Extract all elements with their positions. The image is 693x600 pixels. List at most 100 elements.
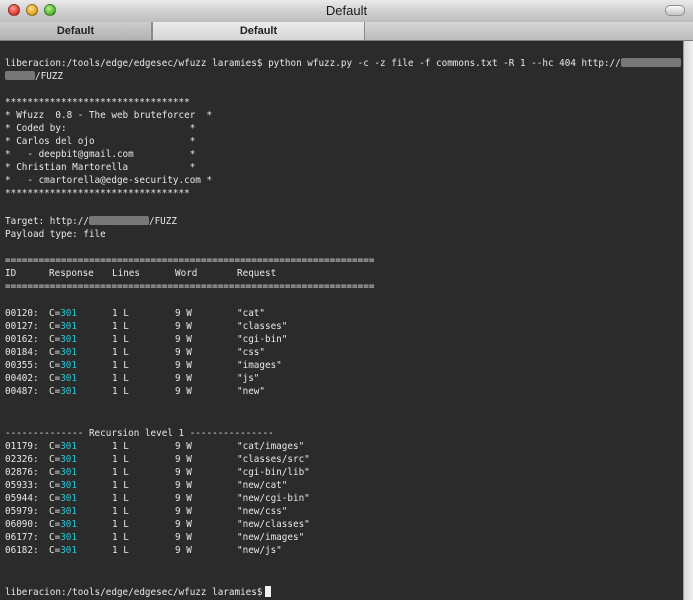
word-cell: 9 W <box>175 321 192 332</box>
response-cell: C=301 <box>49 440 77 453</box>
response-cell: C=301 <box>49 307 77 320</box>
status-code: 301 <box>60 334 77 345</box>
response-prefix: C= <box>49 519 61 530</box>
response-cell: C=301 <box>49 492 77 505</box>
final-prompt-line: liberacion:/tools/edge/edgesec/wfuzz lar… <box>5 586 272 599</box>
status-code: 301 <box>60 360 77 371</box>
scrollbar[interactable] <box>683 41 693 600</box>
request-cell: "cgi-bin/lib" <box>237 467 310 478</box>
response-cell: C=301 <box>49 531 77 544</box>
status-code: 301 <box>60 347 77 358</box>
response-prefix: C= <box>49 386 61 397</box>
word-cell: 9 W <box>175 480 192 491</box>
target-suffix: /FUZZ <box>148 216 177 227</box>
banner-line: ********************************* <box>5 96 190 109</box>
terminal-window: Default Default Default liberacion:/tool… <box>0 0 693 600</box>
response-cell: C=301 <box>49 385 77 398</box>
status-code: 301 <box>60 480 77 491</box>
response-cell: C=301 <box>49 320 77 333</box>
banner-text: ********************************* <box>5 97 190 108</box>
id-cell: 06182: <box>5 545 39 556</box>
status-code: 301 <box>60 519 77 530</box>
lines-cell: Lines <box>112 268 140 279</box>
id-cell: 00402: <box>5 373 39 384</box>
id-cell: 00127: <box>5 321 39 332</box>
word-cell: 9 W <box>175 519 192 530</box>
command-line-continuation: /FUZZ <box>5 70 63 83</box>
payload-line: Payload type: file <box>5 228 106 241</box>
text-cursor <box>265 586 272 597</box>
word-cell: 9 W <box>175 373 192 384</box>
banner-line: * - deepbit@gmail.com * <box>5 148 195 161</box>
id-cell: 06090: <box>5 519 39 530</box>
id-cell: 00184: <box>5 347 39 358</box>
terminal-output[interactable]: liberacion:/tools/edge/edgesec/wfuzz lar… <box>0 41 684 600</box>
response-prefix: C= <box>49 321 61 332</box>
banner-line: * - cmartorella@edge-security.com * <box>5 174 212 187</box>
lines-cell: 1 L <box>112 386 129 397</box>
response-prefix: C= <box>49 441 61 452</box>
status-code: 301 <box>60 493 77 504</box>
response-prefix: C= <box>49 373 61 384</box>
shell-prompt: liberacion:/tools/edge/edgesec/wfuzz lar… <box>5 587 263 598</box>
banner-text: * - cmartorella@edge-security.com * <box>5 175 213 186</box>
lines-cell: 1 L <box>112 493 129 504</box>
response-prefix: C= <box>49 532 61 543</box>
redacted-host <box>88 216 149 225</box>
response-cell: C=301 <box>49 359 77 372</box>
command-continuation: /FUZZ <box>35 71 63 82</box>
request-cell: "new/cgi-bin" <box>237 493 310 504</box>
lines-cell: 1 L <box>112 373 129 384</box>
request-cell: "classes" <box>237 321 288 332</box>
status-code: 301 <box>60 506 77 517</box>
word-cell: 9 W <box>175 467 192 478</box>
id-cell: 05979: <box>5 506 39 517</box>
target-label: Target: http:// <box>5 216 89 227</box>
word-cell: 9 W <box>175 360 192 371</box>
banner-line: * Wfuzz 0.8 - The web bruteforcer * <box>5 109 212 122</box>
window-title: Default <box>325 3 368 18</box>
lines-cell: 1 L <box>112 519 129 530</box>
response-prefix: C= <box>49 480 61 491</box>
lines-cell: 1 L <box>112 334 129 345</box>
tab-default-2[interactable]: Default <box>152 22 365 40</box>
id-cell: 05933: <box>5 480 39 491</box>
id-cell: 01179: <box>5 441 39 452</box>
shell-prompt: liberacion:/tools/edge/edgesec/wfuzz lar… <box>5 58 269 69</box>
response-cell: C=301 <box>49 453 77 466</box>
lines-cell: 1 L <box>112 506 129 517</box>
id-cell: 02876: <box>5 467 39 478</box>
response-prefix: C= <box>49 347 61 358</box>
tab-default-1[interactable]: Default <box>0 22 152 40</box>
response-cell: C=301 <box>49 333 77 346</box>
word-cell: 9 W <box>175 334 192 345</box>
word-cell: 9 W <box>175 441 192 452</box>
request-cell: "css" <box>237 347 265 358</box>
request-cell: "new/css" <box>237 506 288 517</box>
lines-cell: 1 L <box>112 321 129 332</box>
id-cell: 00120: <box>5 308 39 319</box>
toolbar-toggle-button[interactable] <box>665 5 685 16</box>
response-cell: C=301 <box>49 466 77 479</box>
status-code: 301 <box>60 467 77 478</box>
response-prefix: C= <box>49 308 61 319</box>
status-code: 301 <box>60 441 77 452</box>
id-cell: 05944: <box>5 493 39 504</box>
title-bar[interactable]: Default <box>0 0 693 23</box>
lines-cell: 1 L <box>112 467 129 478</box>
response-prefix: C= <box>49 360 61 371</box>
id-cell: ID <box>5 268 17 279</box>
banner-line: * Christian Martorella * <box>5 161 195 174</box>
request-cell: "cat/images" <box>237 441 305 452</box>
response-cell: C=301 <box>49 518 77 531</box>
banner-text: ********************************* <box>5 188 190 199</box>
command-line: liberacion:/tools/edge/edgesec/wfuzz lar… <box>5 57 681 70</box>
response-prefix: C= <box>49 454 61 465</box>
word-cell: 9 W <box>175 532 192 543</box>
response-cell: C=301 <box>49 505 77 518</box>
target-line: Target: http:// /FUZZ <box>5 215 177 228</box>
lines-cell: 1 L <box>112 441 129 452</box>
status-code: 301 <box>60 545 77 556</box>
request-cell: "js" <box>237 373 260 384</box>
word-cell: 9 W <box>175 308 192 319</box>
